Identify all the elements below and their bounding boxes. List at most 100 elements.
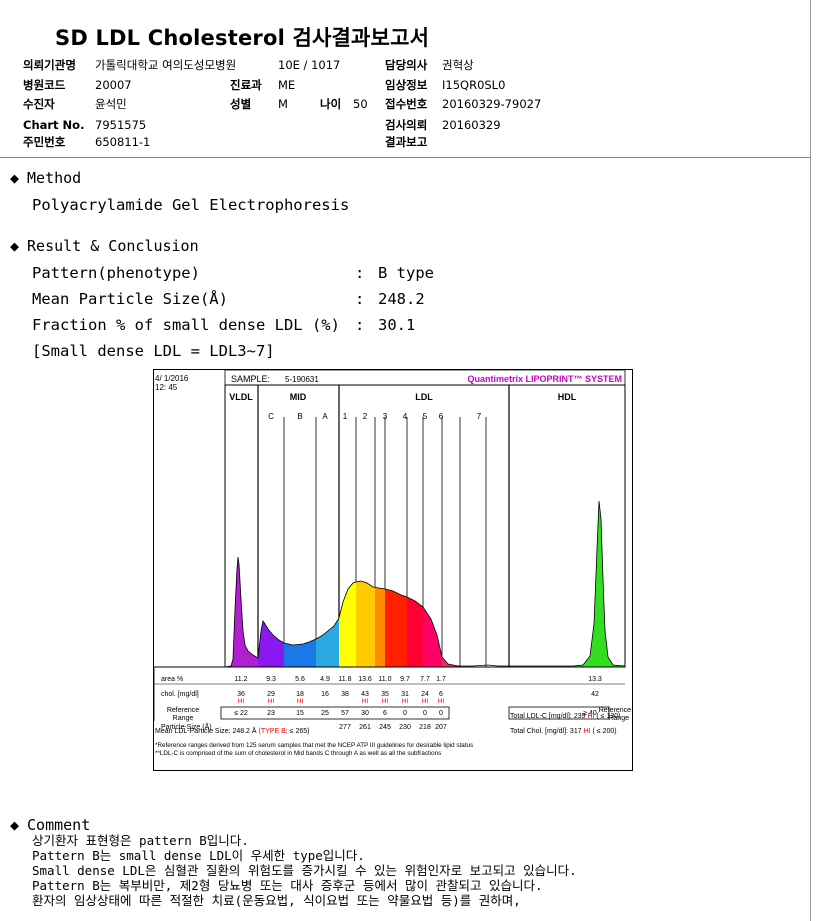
size-value: 261 xyxy=(359,724,371,731)
result-label-pattern: Pattern(phenotype) xyxy=(32,264,200,282)
ref-value: ≤ 22 xyxy=(234,710,248,717)
hi-flag: HI xyxy=(362,698,369,705)
lipoprint-chart: 4/ 1/2016 12: 45 SAMPLE: 5-190631 Quanti… xyxy=(153,369,633,771)
hi-flag: HI xyxy=(402,698,409,705)
chol-value: 18 xyxy=(296,691,304,698)
method-heading: ◆ Method xyxy=(10,169,82,187)
band-group-hdl: HDL xyxy=(558,392,577,402)
ref-value: 23 xyxy=(267,710,275,717)
area-value: 9.3 xyxy=(266,676,276,683)
diamond-bullet-icon: ◆ xyxy=(10,816,20,834)
chol-value: 16 xyxy=(321,691,329,698)
band-label-7: 7 xyxy=(477,412,482,421)
profile-band-fill xyxy=(375,587,385,667)
footnote-1: *Reference ranges derived from 125 serum… xyxy=(155,742,473,749)
chart-time: 12: 45 xyxy=(155,383,178,392)
area-row-label: area % xyxy=(161,676,183,683)
method-text: Polyacrylamide Gel Electrophoresis xyxy=(32,196,350,214)
band-label-4: 4 xyxy=(403,412,408,421)
band-label-C: C xyxy=(268,412,274,421)
diamond-bullet-icon: ◆ xyxy=(10,237,20,255)
result-label-fraction: Fraction % of small dense LDL (%) xyxy=(32,316,340,334)
sample-label: SAMPLE: xyxy=(231,374,270,384)
size-value: 207 xyxy=(435,724,447,731)
receipt-label: 접수번호 xyxy=(385,97,428,111)
band-label-3: 3 xyxy=(383,412,388,421)
chol-value: 24 xyxy=(421,691,429,698)
age-value: 50 xyxy=(353,97,368,111)
profile-band-fill xyxy=(407,597,423,667)
chart-no-label: Chart No. xyxy=(23,118,85,132)
request-date-label: 검사의뢰 xyxy=(385,118,428,132)
ref-value: 0 xyxy=(403,710,407,717)
chol-value: 35 xyxy=(381,691,389,698)
result-heading: ◆ Result & Conclusion xyxy=(10,237,199,255)
result-value-pattern: B type xyxy=(378,264,434,282)
comment-line: 환자의 임상상태에 따른 적절한 치료(운동요법, 식이요법 또는 약물요법 등… xyxy=(32,893,521,908)
comment-line: Pattern B는 복부비만, 제2형 당뇨병 또는 대사 증후군 등에서 많… xyxy=(32,878,543,893)
patient-value: 윤석민 xyxy=(95,97,127,111)
band-group-vldl: VLDL xyxy=(229,392,253,402)
profile-band-fill xyxy=(385,589,407,667)
size-value: 218 xyxy=(419,724,431,731)
ref-value: 25 xyxy=(321,710,329,717)
ref-value: 57 xyxy=(341,710,349,717)
footnote-2: **LDL-C is comprised of the sum of chole… xyxy=(155,750,441,757)
band-group-mid: MID xyxy=(290,392,307,402)
area-value: 4.9 xyxy=(320,676,330,683)
area-value: 11.2 xyxy=(234,676,247,683)
chart-no-value: 7951575 xyxy=(95,118,147,132)
sex-label: 성별 xyxy=(230,97,252,111)
comment-line: Pattern B는 small dense LDL이 우세한 type입니다. xyxy=(32,848,365,863)
result-value-fraction: 30.1 xyxy=(378,316,416,334)
doctor-value: 권혁상 xyxy=(442,58,474,72)
ref-row-label: Range xyxy=(173,715,194,722)
band-label-A: A xyxy=(322,412,328,421)
request-date-value: 20160329 xyxy=(442,118,501,132)
size-value: 230 xyxy=(399,724,411,731)
band-label-5: 5 xyxy=(423,412,428,421)
page-title: SD LDL Cholesterol 검사결과보고서 xyxy=(55,26,430,50)
total-ldl-label: Total LDL-C [mg/dl]: 239 HI ( ≤ 130) xyxy=(510,713,620,720)
comment-line: 상기환자 표현형은 pattern B입니다. xyxy=(32,833,249,848)
chol-value: 31 xyxy=(401,691,409,698)
hi-flag: HI xyxy=(422,698,429,705)
header-divider xyxy=(0,157,811,158)
result-colon: : xyxy=(355,264,365,282)
chol-value: 43 xyxy=(361,691,369,698)
mean-size-label: Mean LDL-Particle Size: 248.2 Å (TYPE B;… xyxy=(155,726,309,735)
area-value: 7.7 xyxy=(420,676,430,683)
band-group-ldl: LDL xyxy=(415,392,433,402)
area-value: 9.7 xyxy=(400,676,410,683)
comment-line: Small dense LDL은 심혈관 질환의 위험도를 증가시킬 수 있는 … xyxy=(32,863,577,878)
area-value: 5.6 xyxy=(295,676,305,683)
size-value: 277 xyxy=(339,724,351,731)
result-note: [Small dense LDL = LDL3~7] xyxy=(32,342,275,360)
clinical-info-value: I15QR0SL0 xyxy=(442,78,506,92)
chol-value: 42 xyxy=(591,691,599,698)
dept-value: ME xyxy=(278,78,296,92)
diamond-bullet-icon: ◆ xyxy=(10,169,20,187)
result-colon: : xyxy=(355,290,365,308)
hi-flag: HI xyxy=(238,698,245,705)
ref-row-label: Reference xyxy=(167,707,199,714)
chol-value: 36 xyxy=(237,691,245,698)
band-label-2: 2 xyxy=(363,412,368,421)
sex-value: M xyxy=(278,97,288,111)
hi-flag: HI xyxy=(268,698,275,705)
hi-flag: HI xyxy=(438,698,445,705)
patient-label: 수진자 xyxy=(23,97,55,111)
chol-row-label: chol. [mg/dl] xyxy=(161,691,199,698)
total-chol-label: Total Chol. [mg/dl]: 317 HI ( ≤ 200) xyxy=(510,728,617,735)
ref-value: 0 xyxy=(423,710,427,717)
area-value: 13.3 xyxy=(588,676,602,683)
result-colon: : xyxy=(355,316,365,334)
rrn-label: 주민번호 xyxy=(23,135,66,149)
chol-value: 29 xyxy=(267,691,275,698)
hospital-code-label: 병원코드 xyxy=(23,78,66,92)
sample-id: 5-190631 xyxy=(285,375,319,384)
ref-value: 0 xyxy=(439,710,443,717)
result-label-size: Mean Particle Size(Å) xyxy=(32,290,228,308)
result-value-size: 248.2 xyxy=(378,290,425,308)
ref-value: 30 xyxy=(361,710,369,717)
